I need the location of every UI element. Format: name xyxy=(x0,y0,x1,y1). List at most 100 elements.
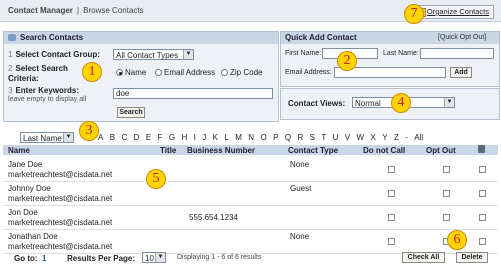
goto-label: Go to: xyxy=(14,254,38,263)
results-per-page-select[interactable]: 10 ▼ xyxy=(142,252,166,263)
select-row-checkbox[interactable] xyxy=(479,238,486,245)
alphabet-letter[interactable]: Q xyxy=(285,133,291,142)
alphabet-letter[interactable]: M xyxy=(235,133,242,142)
contact-views-label: Contact Views: xyxy=(288,99,346,108)
contact-name[interactable]: Johnny Doe xyxy=(8,184,51,193)
col-do-not-call[interactable]: Do not Call xyxy=(363,146,405,155)
trash-icon[interactable] xyxy=(478,145,485,153)
contact-name[interactable]: Jonathan Doe xyxy=(8,232,58,241)
keywords-hint: leave empty to display all xyxy=(8,96,87,103)
alphabet-letter[interactable]: Z xyxy=(394,133,399,142)
do-not-call-checkbox[interactable] xyxy=(388,214,395,221)
opt-out-checkbox[interactable] xyxy=(443,166,450,173)
alphabet-letter[interactable]: E xyxy=(146,133,151,142)
alphabet-letter[interactable]: I xyxy=(194,133,196,142)
app-title-text: Contact Manager xyxy=(8,6,73,15)
search-panel-title-text: Search Contacts xyxy=(20,33,84,42)
contact-business-number: 555.654.1234 xyxy=(189,213,238,222)
step-number-3: 3 xyxy=(8,86,13,95)
do-not-call-checkbox[interactable] xyxy=(388,190,395,197)
alphabet-letter[interactable]: B xyxy=(110,133,115,142)
col-name[interactable]: Name xyxy=(8,146,30,155)
col-opt-out[interactable]: Opt Out xyxy=(426,146,456,155)
col-business-number[interactable]: Business Number xyxy=(187,146,255,155)
callout-4: 4 xyxy=(391,93,411,113)
alphabet-letter[interactable]: K xyxy=(213,133,218,142)
contact-email[interactable]: marketreachtest@cisdata.net xyxy=(8,170,112,179)
contact-email[interactable]: marketreachtest@cisdata.net xyxy=(8,218,112,227)
alphabet-letter[interactable]: L xyxy=(224,133,228,142)
table-row: Jane Doe marketreachtest@cisdata.net None xyxy=(3,157,498,182)
alphabet-letter[interactable]: C xyxy=(121,133,127,142)
contact-email[interactable]: marketreachtest@cisdata.net xyxy=(8,194,112,203)
radio-name-label: Name xyxy=(125,68,147,77)
chevron-down-icon: ▼ xyxy=(183,50,193,59)
alphabet-letter[interactable]: P xyxy=(273,133,278,142)
do-not-call-checkbox[interactable] xyxy=(388,238,395,245)
select-row-checkbox[interactable] xyxy=(479,166,486,173)
radio-name[interactable] xyxy=(116,69,123,76)
alphabet-letter[interactable]: O xyxy=(260,133,266,142)
last-name-input[interactable] xyxy=(420,48,494,59)
callout-3: 3 xyxy=(79,121,99,141)
alphabet-letter[interactable]: T xyxy=(321,133,326,142)
sort-field-select[interactable]: Last Name ▼ xyxy=(20,132,74,143)
radio-zip[interactable] xyxy=(221,69,228,76)
do-not-call-checkbox[interactable] xyxy=(388,166,395,173)
alphabet-letter[interactable]: D xyxy=(134,133,140,142)
organize-contacts-label: Organize Contacts xyxy=(426,7,489,16)
alphabet-letter[interactable]: S xyxy=(310,133,315,142)
goto-page-link[interactable]: 1 xyxy=(42,254,46,263)
alphabet-letter[interactable]: G xyxy=(169,133,175,142)
keywords-label: 3 Enter Keywords: xyxy=(8,86,79,95)
callout-2: 2 xyxy=(337,51,357,71)
radio-email[interactable] xyxy=(155,69,162,76)
alphabet-letter[interactable]: N xyxy=(248,133,254,142)
search-panel-title: Search Contacts xyxy=(4,32,278,44)
chevron-down-icon: ▼ xyxy=(155,253,165,262)
alphabet-letter[interactable]: - xyxy=(405,133,408,142)
opt-out-checkbox[interactable] xyxy=(443,214,450,221)
contact-type: None xyxy=(290,232,310,241)
callout-1: 1 xyxy=(82,62,102,82)
alphabet-letter[interactable]: W xyxy=(357,133,365,142)
contact-group-value: All Contact Types xyxy=(116,51,179,60)
delete-button[interactable]: Delete xyxy=(456,252,488,263)
alphabet-letter[interactable]: X xyxy=(370,133,375,142)
check-all-button[interactable]: Check All xyxy=(402,252,445,263)
alphabet-letter[interactable]: All xyxy=(414,133,423,142)
chevron-down-icon: ▼ xyxy=(63,133,73,142)
alphabet-letter[interactable]: R xyxy=(297,133,303,142)
alphabet-letter[interactable]: F xyxy=(158,133,163,142)
sort-field-value: Last Name xyxy=(23,134,62,143)
contact-group-select[interactable]: All Contact Types ▼ xyxy=(113,49,194,60)
alphabet-letter[interactable]: Y xyxy=(382,133,387,142)
breadcrumb-separator: | xyxy=(76,6,80,15)
quick-opt-out-link[interactable]: [Quick Opt Out] xyxy=(438,34,486,41)
alphabet-letter[interactable]: V xyxy=(345,133,350,142)
keywords-input[interactable]: doe xyxy=(113,88,273,99)
alphabet-letter[interactable]: A xyxy=(98,133,103,142)
col-title[interactable]: Title xyxy=(160,146,176,155)
col-contact-type[interactable]: Contact Type xyxy=(288,146,338,155)
quick-add-title-text: Quick Add Contact xyxy=(285,33,357,42)
search-button[interactable]: Search xyxy=(117,107,145,118)
results-per-page-label: Results Per Page: xyxy=(67,254,136,263)
contact-type: Guest xyxy=(290,184,312,193)
radio-zip-label: Zip Code xyxy=(230,68,263,77)
breadcrumb-browse-contacts: Browse Contacts xyxy=(83,6,144,15)
alphabet-letter[interactable]: J xyxy=(202,133,206,142)
alphabet-letter[interactable]: H xyxy=(181,133,187,142)
contact-name[interactable]: Jane Doe xyxy=(8,160,42,169)
select-row-checkbox[interactable] xyxy=(479,190,486,197)
contact-type: None xyxy=(290,160,310,169)
add-button[interactable]: Add xyxy=(450,67,472,78)
alphabet-letter[interactable]: U xyxy=(333,133,339,142)
group-label-text: Select Contact Group: xyxy=(15,50,100,59)
contact-views-value: Normal xyxy=(355,99,381,108)
opt-out-checkbox[interactable] xyxy=(443,190,450,197)
select-row-checkbox[interactable] xyxy=(479,214,486,221)
alphabet-filter: A B C D E F G H I J K L M N O P Q R S T U V W X Y Z - All xyxy=(98,133,430,142)
contact-name[interactable]: Jon Doe xyxy=(8,208,38,217)
keywords-label-text: Enter Keywords: xyxy=(15,86,80,95)
